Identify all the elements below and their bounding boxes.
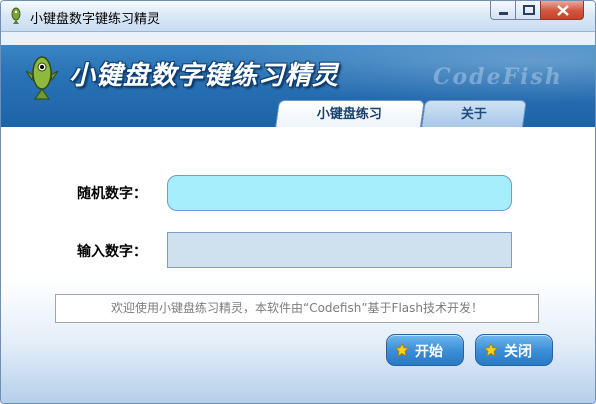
title-bar[interactable]: 小键盘数字键练习精灵 [1,1,595,32]
app-window: 小键盘数字键练习精灵 小键盘数字键练习精灵 CodeFish 小键盘练习 关于 … [0,0,596,404]
practice-panel: 随机数字： 输入数字： 欢迎使用小键盘练习精灵，本软件由“Codefish”基于… [1,127,595,403]
random-number-label: 随机数字： [77,186,147,202]
maximize-button[interactable] [515,1,541,20]
star-icon [484,343,498,357]
input-number-label: 输入数字： [77,244,147,260]
maximize-icon [523,5,535,15]
close-icon [557,5,569,16]
random-number-field [167,175,512,211]
tab-keypad-practice[interactable]: 小键盘练习 [275,100,425,127]
tab-label: 小键盘练习 [317,107,383,122]
close-button-label: 关闭 [504,344,532,360]
banner-title: 小键盘数字键练习精灵 [69,61,340,91]
window-title: 小键盘数字键练习精灵 [30,12,161,27]
fish-app-icon [11,7,21,24]
input-number-field[interactable] [167,232,512,268]
star-icon [395,343,409,357]
start-button[interactable]: 开始 [386,334,464,366]
minimize-icon [499,12,508,15]
codefish-watermark: CodeFish [433,64,563,90]
close-window-button[interactable] [540,1,584,20]
tab-about[interactable]: 关于 [421,100,527,127]
start-button-label: 开始 [415,344,443,360]
close-button[interactable]: 关闭 [475,334,553,366]
status-message: 欢迎使用小键盘练习精灵，本软件由“Codefish”基于Flash技术开发！ [55,294,539,323]
minimize-button[interactable] [490,1,516,20]
tab-label: 关于 [460,107,487,122]
fish-logo-icon [25,56,59,100]
